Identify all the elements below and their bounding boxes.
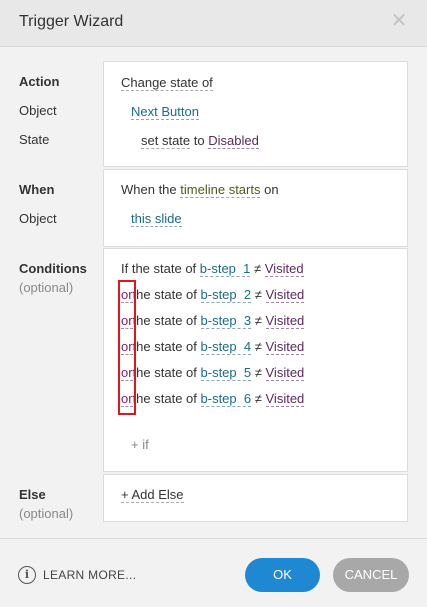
label-conditions: Conditions [19, 261, 87, 276]
condition-value-select[interactable]: Visited [265, 391, 305, 407]
cancel-button[interactable]: CANCEL [333, 558, 409, 592]
condition-logic-select[interactable]: or [121, 313, 133, 329]
condition-prefix: the state of [132, 391, 197, 406]
label-when-object: Object [19, 211, 57, 226]
title-bar: Trigger Wizard ✕ [0, 0, 427, 47]
condition-value-select[interactable]: Visited [265, 365, 305, 381]
condition-operator: ≠ [254, 391, 262, 406]
condition-row: If the state of b-step 1 ≠ Visited [121, 261, 304, 277]
condition-target-select[interactable]: b-step 2 [200, 287, 252, 303]
when-object-select[interactable]: this slide [131, 211, 182, 227]
condition-row: orthe state of b-step 2 ≠ Visited [121, 287, 305, 303]
condition-logic-select[interactable]: or [121, 287, 133, 303]
state-value-select[interactable]: Disabled [208, 133, 259, 149]
condition-operator: ≠ [254, 313, 262, 328]
condition-operator: ≠ [254, 261, 262, 276]
conditions-panel: If the state of b-step 1 ≠ Visited orthe… [103, 248, 408, 472]
label-state: State [19, 132, 50, 147]
else-panel: + Add Else [103, 474, 408, 522]
condition-operator: ≠ [254, 339, 262, 354]
condition-operator: ≠ [254, 365, 262, 380]
add-condition-button[interactable]: + if [131, 437, 149, 452]
condition-prefix: the state of [132, 339, 197, 354]
condition-prefix: the state of [132, 313, 197, 328]
label-object: Object [19, 103, 57, 118]
condition-target-select[interactable]: b-step 3 [200, 313, 252, 329]
close-icon[interactable]: ✕ [389, 11, 409, 31]
label-when: When [19, 182, 55, 197]
condition-logic-select[interactable]: or [121, 339, 133, 355]
condition-row: orthe state of b-step 4 ≠ Visited [121, 339, 305, 355]
learn-more-label: LEARN MORE... [43, 568, 137, 582]
action-panel: Change state of Next Button set state to… [103, 61, 408, 167]
condition-value-select[interactable]: Visited [265, 287, 305, 303]
action-select[interactable]: Change state of [121, 75, 213, 91]
ok-button[interactable]: OK [245, 558, 320, 592]
label-action: Action [19, 74, 60, 89]
condition-prefix: the state of [132, 287, 197, 302]
condition-row: orthe state of b-step 6 ≠ Visited [121, 391, 305, 407]
when-panel: When the timeline starts on this slide [103, 169, 408, 247]
condition-target-select[interactable]: b-step 5 [200, 365, 252, 381]
info-icon: i [18, 566, 36, 584]
state-to-text: to [193, 133, 205, 148]
condition-value-select[interactable]: Visited [265, 339, 305, 355]
condition-prefix: the state of [132, 365, 197, 380]
condition-target-select[interactable]: b-step 1 [199, 261, 251, 277]
condition-logic-select[interactable]: or [121, 391, 133, 407]
condition-prefix: If the state of [121, 261, 197, 276]
state-verb-select[interactable]: set state [141, 133, 191, 149]
label-conditions-optional: (optional) [19, 280, 74, 295]
label-else: Else [19, 487, 46, 502]
condition-value-select[interactable]: Visited [265, 313, 305, 329]
condition-value-select[interactable]: Visited [264, 261, 304, 277]
when-suffix: on [264, 182, 279, 197]
add-else-button[interactable]: + Add Else [121, 487, 184, 503]
condition-target-select[interactable]: b-step 4 [200, 339, 252, 355]
condition-row: orthe state of b-step 3 ≠ Visited [121, 313, 305, 329]
learn-more-link[interactable]: i LEARN MORE... [18, 565, 136, 585]
condition-operator: ≠ [254, 287, 262, 302]
when-prefix: When the [121, 182, 177, 197]
condition-row: orthe state of b-step 5 ≠ Visited [121, 365, 305, 381]
object-select[interactable]: Next Button [131, 104, 199, 120]
when-event-select[interactable]: timeline starts [180, 182, 261, 198]
condition-logic-select[interactable]: or [121, 365, 133, 381]
footer-divider [0, 538, 427, 539]
condition-target-select[interactable]: b-step 6 [200, 391, 252, 407]
dialog-title: Trigger Wizard [19, 13, 124, 30]
label-else-optional: (optional) [19, 506, 74, 521]
